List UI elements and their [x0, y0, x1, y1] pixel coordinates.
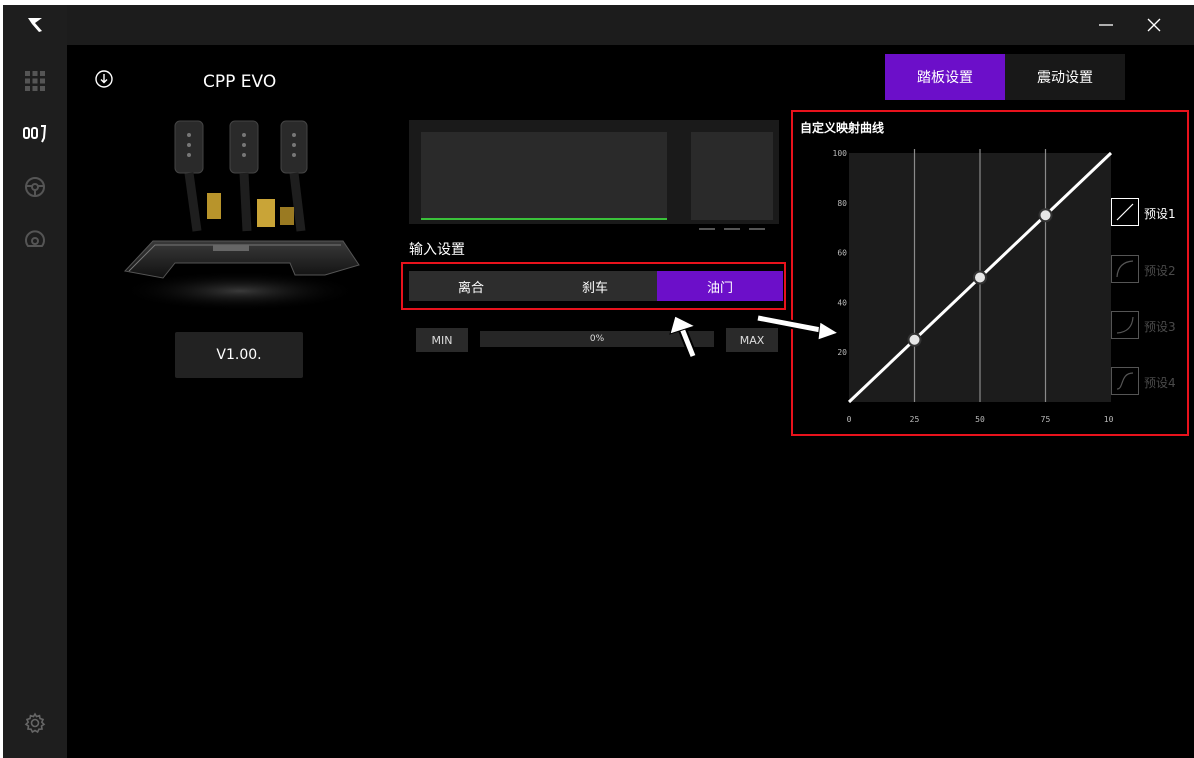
close-button[interactable]	[1136, 9, 1172, 41]
concave-curve-icon	[1111, 255, 1139, 283]
input-bar-tick	[699, 228, 715, 230]
app-window: CPP EVO 踏板设置 震动设置 V1.00. 输入设置 离合 刹车 油门 M…	[3, 5, 1194, 758]
input-bar-tick	[724, 228, 740, 230]
sidebar	[3, 5, 67, 758]
download-icon[interactable]	[95, 70, 113, 92]
segment-clutch[interactable]: 离合	[409, 271, 533, 301]
input-bar-tick	[749, 228, 765, 230]
min-button[interactable]: MIN	[416, 328, 468, 352]
preset-4-label: 预设4	[1144, 376, 1176, 390]
y-tick-label: 40	[837, 298, 847, 307]
tab-pedal-settings[interactable]: 踏板设置	[885, 54, 1005, 100]
pedal-set-image	[115, 113, 365, 323]
device-name: CPP EVO	[203, 72, 277, 92]
max-button[interactable]: MAX	[726, 328, 778, 352]
input-bars	[691, 132, 773, 230]
curve-handle-3[interactable]	[1038, 208, 1053, 223]
logo-icon	[19, 9, 51, 41]
title-bar	[67, 5, 1194, 45]
y-tick-label: 60	[837, 249, 847, 258]
preset-3-label: 预设3	[1144, 320, 1176, 334]
y-tick-label: 20	[837, 348, 847, 357]
x-tick-label: 25	[910, 415, 920, 424]
segment-throttle[interactable]: 油门	[657, 271, 783, 301]
y-tick-label: 100	[833, 149, 848, 158]
tab-vibration-settings[interactable]: 震动设置	[1005, 54, 1125, 100]
x-tick-label: 50	[975, 415, 985, 424]
preset-1-label: 预设1	[1144, 207, 1176, 221]
curve-handle-1[interactable]	[907, 332, 922, 347]
pedals-icon[interactable]	[19, 118, 51, 150]
settings-gear-icon[interactable]	[19, 707, 51, 739]
steering-wheel-icon[interactable]	[19, 171, 51, 203]
convex-curve-icon	[1111, 311, 1139, 339]
preset-4[interactable]: 预设4	[1111, 367, 1194, 397]
x-tick-label: 100	[1104, 415, 1113, 424]
x-tick-label: 75	[1041, 415, 1051, 424]
input-settings-title: 输入设置	[409, 242, 465, 258]
gauge-icon[interactable]	[19, 224, 51, 256]
curve-handle-2[interactable]	[973, 270, 987, 285]
input-range-bar[interactable]: 0%	[480, 331, 714, 347]
s-curve-icon	[1111, 367, 1139, 395]
segment-brake[interactable]: 刹车	[533, 271, 657, 301]
input-monitor	[409, 120, 779, 230]
input-graph	[421, 132, 667, 220]
y-tick-label: 80	[837, 199, 847, 208]
preset-3[interactable]: 预设3	[1111, 311, 1194, 341]
apps-grid-icon[interactable]	[19, 65, 51, 97]
preset-2-label: 预设2	[1144, 264, 1176, 278]
x-tick-label: 0	[847, 415, 852, 424]
input-level-line	[421, 218, 667, 220]
linear-curve-icon	[1111, 198, 1139, 226]
preset-2[interactable]: 预设2	[1111, 255, 1194, 285]
firmware-version: V1.00.	[175, 332, 303, 378]
mapping-curve-chart[interactable]: 20 40 60 80 100 0 25 50 75 100	[793, 139, 1113, 429]
preset-1[interactable]: 预设1	[1111, 198, 1194, 228]
minimize-button[interactable]	[1088, 9, 1124, 41]
curve-title: 自定义映射曲线	[800, 121, 885, 135]
